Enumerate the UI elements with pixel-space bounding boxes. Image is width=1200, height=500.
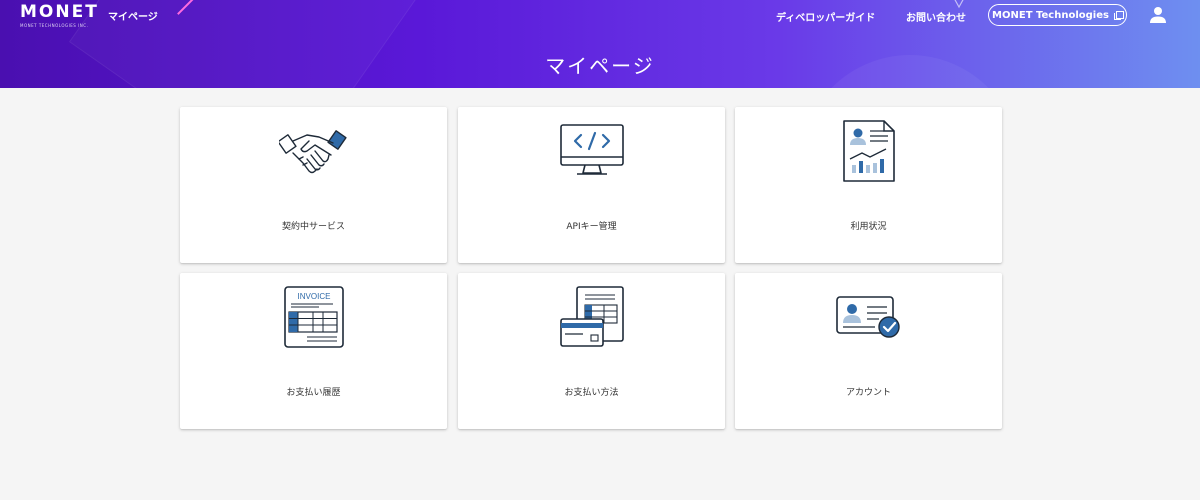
- company-link-button[interactable]: MONET Technologies: [988, 4, 1127, 26]
- card-payment-method[interactable]: お支払い方法: [458, 273, 725, 429]
- card-label: お支払い履歴: [286, 388, 341, 398]
- code-monitor-icon: [559, 124, 624, 175]
- card-account[interactable]: アカウント: [735, 273, 1002, 429]
- company-link-label: MONET Technologies: [992, 9, 1109, 21]
- external-link-icon: [1113, 10, 1124, 20]
- card-contracted-services[interactable]: 契約中サービス: [180, 107, 447, 263]
- card-label: アカウント: [845, 388, 891, 398]
- usage-report-icon: [842, 120, 895, 182]
- card-label: 利用状況: [850, 222, 887, 232]
- logo-subtext: MONET TECHNOLOGIES INC.: [20, 23, 89, 28]
- nav-mypage[interactable]: マイページ: [108, 8, 158, 23]
- card-api-key-management[interactable]: APIキー管理: [458, 107, 725, 263]
- card-usage-status[interactable]: 利用状況: [735, 107, 1002, 263]
- logo-text: MONET: [20, 2, 99, 22]
- credit-card-icon: [559, 286, 624, 347]
- nav-developer-guide[interactable]: ディベロッパーガイド: [776, 9, 875, 24]
- card-payment-history[interactable]: INVOICE お支払い履歴: [180, 273, 447, 429]
- card-label: APIキー管理: [566, 222, 617, 232]
- handshake-icon: [278, 130, 347, 174]
- user-icon[interactable]: [1148, 5, 1168, 25]
- invoice-word: INVOICE: [297, 292, 330, 301]
- nav-contact[interactable]: お問い合わせ: [906, 9, 966, 24]
- card-label: 契約中サービス: [281, 222, 345, 232]
- page-title: マイページ: [545, 54, 655, 78]
- card-label: お支払い方法: [564, 388, 619, 398]
- invoice-icon: INVOICE: [283, 286, 344, 348]
- account-card-icon: [835, 296, 900, 338]
- header-bar: MONET MONET TECHNOLOGIES INC. マイページ ディベロ…: [0, 0, 1200, 88]
- monet-logo[interactable]: MONET MONET TECHNOLOGIES INC.: [20, 2, 99, 28]
